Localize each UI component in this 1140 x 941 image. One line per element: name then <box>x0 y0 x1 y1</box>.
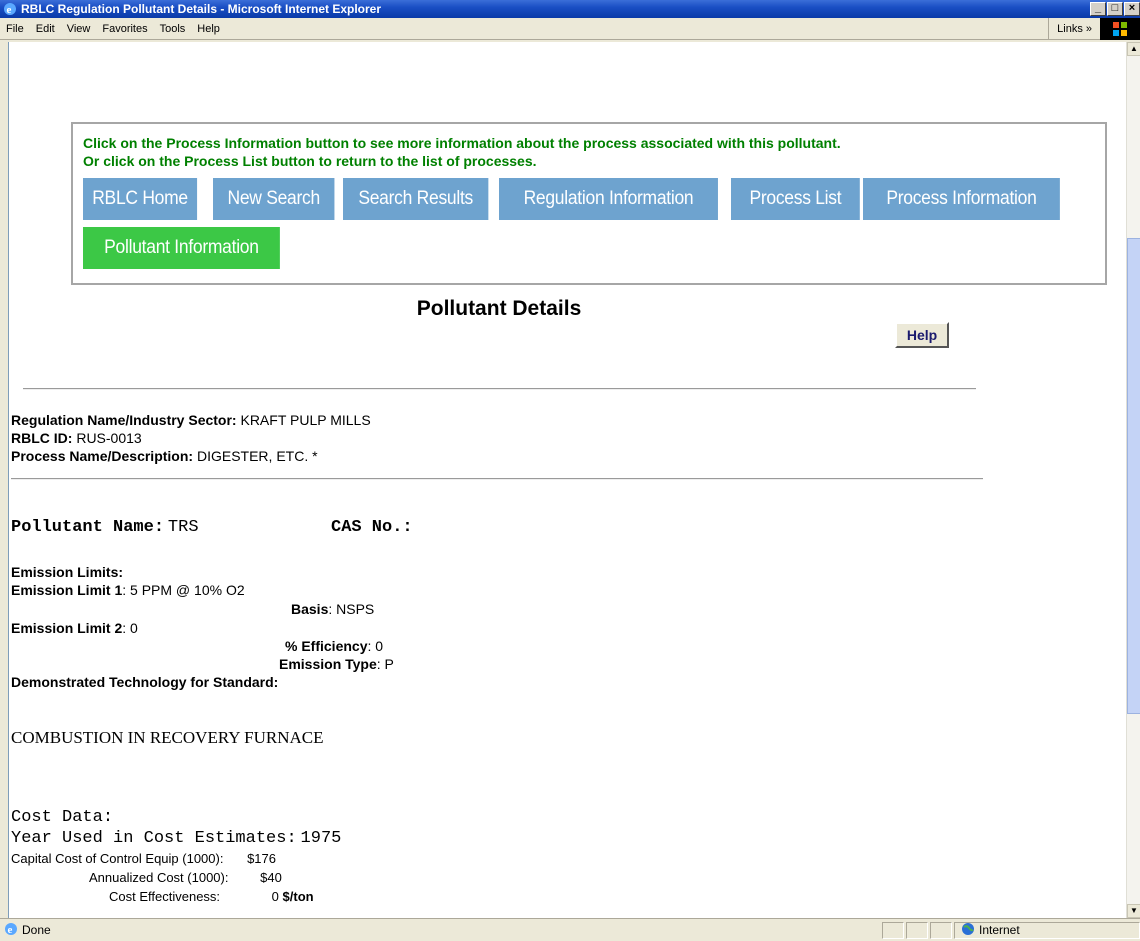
cas-row: CAS No.: <box>331 518 413 537</box>
basis-label: Basis <box>291 601 329 617</box>
process-information-button[interactable]: Process Information <box>863 178 1060 220</box>
navigation-instructions: Click on the Process Information button … <box>83 134 841 170</box>
menu-tools[interactable]: Tools <box>154 23 192 35</box>
security-zone: Internet <box>954 921 1140 939</box>
cost-year-value: 1975 <box>300 829 342 848</box>
menu-help[interactable]: Help <box>191 23 226 35</box>
maximize-button[interactable]: □ <box>1107 2 1123 16</box>
emission-limit2-row: Emission Limit 2: 0 <box>11 620 138 636</box>
status-pane-1 <box>882 921 904 939</box>
pollutant-name-value: TRS <box>167 518 199 537</box>
page-viewport: Click on the Process Information button … <box>8 42 1126 918</box>
windows-logo-icon <box>1100 17 1140 40</box>
rblc-id-row: RBLC ID: RUS-0013 <box>11 430 142 446</box>
rblc-id-value: RUS-0013 <box>76 430 142 446</box>
links-toolbar[interactable]: Links » <box>1048 17 1100 40</box>
search-results-button[interactable]: Search Results <box>343 178 489 220</box>
divider-middle <box>11 478 983 480</box>
cost-year-label: Year Used in Cost Estimates: <box>11 829 297 848</box>
security-zone-label: Internet <box>979 923 1020 937</box>
status-text: Done <box>22 923 51 937</box>
process-list-button[interactable]: Process List <box>731 178 860 220</box>
status-done: e Done <box>0 922 882 939</box>
internet-globe-icon <box>961 922 975 939</box>
emission-type-value: : P <box>376 656 394 672</box>
efficiency-row: % Efficiency: 0 <box>285 638 383 654</box>
menu-favorites[interactable]: Favorites <box>96 23 153 35</box>
navigation-instructions-line2: Or click on the Process List button to r… <box>83 153 537 169</box>
emission-type-row: Emission Type: P <box>279 656 394 672</box>
pollutant-name-row: Pollutant Name: TRS <box>11 518 199 537</box>
cost-effectiveness-label: Cost Effectiveness: <box>109 889 221 904</box>
new-search-button[interactable]: New Search <box>213 178 335 220</box>
cost-effectiveness-unit: $/ton <box>282 889 314 904</box>
capital-cost-label: Capital Cost of Control Equip (1000): <box>11 851 224 866</box>
demonstrated-technology-row: Demonstrated Technology for Standard: <box>11 674 278 690</box>
capital-cost-value: $176 <box>247 851 276 866</box>
status-pane-3 <box>930 921 952 939</box>
basis-value: : NSPS <box>328 601 375 617</box>
emission-limit2-value: : 0 <box>122 620 138 636</box>
help-button[interactable]: Help <box>895 322 949 348</box>
emission-limits-label: Emission Limits: <box>11 564 124 580</box>
emission-limit1-row: Emission Limit 1: 5 PPM @ 10% O2 <box>11 582 245 598</box>
window-title-bar: e RBLC Regulation Pollutant Details - Mi… <box>0 0 1140 18</box>
navigation-box: Click on the Process Information button … <box>71 122 1107 285</box>
cost-effectiveness-value: 0 <box>271 889 279 904</box>
menu-bar: File Edit View Favorites Tools Help Link… <box>0 17 1140 40</box>
efficiency-value: : 0 <box>367 638 384 654</box>
pollutant-information-button[interactable]: Pollutant Information <box>83 227 280 269</box>
process-name-value: DIGESTER, ETC. * <box>196 448 318 464</box>
regulation-name-label: Regulation Name/Industry Sector: <box>11 412 237 428</box>
capital-cost-row: Capital Cost of Control Equip (1000): $1… <box>11 851 276 866</box>
emission-type-label: Emission Type <box>279 656 377 672</box>
svg-text:e: e <box>8 924 13 936</box>
cas-label: CAS No.: <box>331 518 413 537</box>
process-name-row: Process Name/Description: DIGESTER, ETC.… <box>11 448 318 464</box>
scrollbar-thumb[interactable] <box>1127 238 1140 714</box>
annualized-cost-label: Annualized Cost (1000): <box>89 870 229 885</box>
emission-limit2-label: Emission Limit 2 <box>11 620 123 636</box>
scroll-up-arrow-icon[interactable]: ▲ <box>1127 42 1140 56</box>
window-title: RBLC Regulation Pollutant Details - Micr… <box>21 2 382 16</box>
demonstrated-technology-value: COMBUSTION IN RECOVERY FURNACE <box>11 728 324 747</box>
status-bar: e Done Internet <box>0 918 1140 941</box>
cost-data-heading: Cost Data: <box>11 808 114 827</box>
internet-explorer-icon: e <box>3 2 17 16</box>
vertical-scrollbar[interactable]: ▲ ▼ <box>1126 42 1140 918</box>
page-title: Pollutant Details <box>416 297 582 320</box>
rblc-home-button[interactable]: RBLC Home <box>83 178 198 220</box>
svg-text:e: e <box>7 4 12 16</box>
emission-limit1-label: Emission Limit 1 <box>11 582 123 598</box>
menu-view[interactable]: View <box>61 23 97 35</box>
cost-effectiveness-row: Cost Effectiveness: 0 $/ton <box>109 889 314 904</box>
page-icon: e <box>4 922 18 939</box>
process-name-label: Process Name/Description: <box>11 448 194 464</box>
close-button[interactable]: × <box>1124 2 1140 16</box>
demonstrated-technology-label: Demonstrated Technology for Standard: <box>11 674 279 690</box>
cost-year-row: Year Used in Cost Estimates: 1975 <box>11 829 341 848</box>
menu-edit[interactable]: Edit <box>30 23 61 35</box>
divider-top <box>23 388 976 390</box>
emission-limit1-value: : 5 PPM @ 10% O2 <box>122 582 245 598</box>
annualized-cost-value: $40 <box>260 870 282 885</box>
annualized-cost-row: Annualized Cost (1000): $40 <box>89 870 282 885</box>
navigation-instructions-line1: Click on the Process Information button … <box>83 135 841 151</box>
menu-file[interactable]: File <box>0 23 30 35</box>
pollutant-name-label: Pollutant Name: <box>11 518 165 537</box>
scroll-down-arrow-icon[interactable]: ▼ <box>1127 904 1140 918</box>
regulation-name-row: Regulation Name/Industry Sector: KRAFT P… <box>11 412 371 428</box>
rblc-id-label: RBLC ID: <box>11 430 73 446</box>
basis-row: Basis: NSPS <box>291 601 374 617</box>
minimize-button[interactable]: _ <box>1090 2 1106 16</box>
regulation-name-value: KRAFT PULP MILLS <box>240 412 371 428</box>
status-pane-2 <box>906 921 928 939</box>
efficiency-label: % Efficiency <box>285 638 368 654</box>
regulation-information-button[interactable]: Regulation Information <box>499 178 718 220</box>
emission-limits-heading: Emission Limits: <box>11 564 123 580</box>
